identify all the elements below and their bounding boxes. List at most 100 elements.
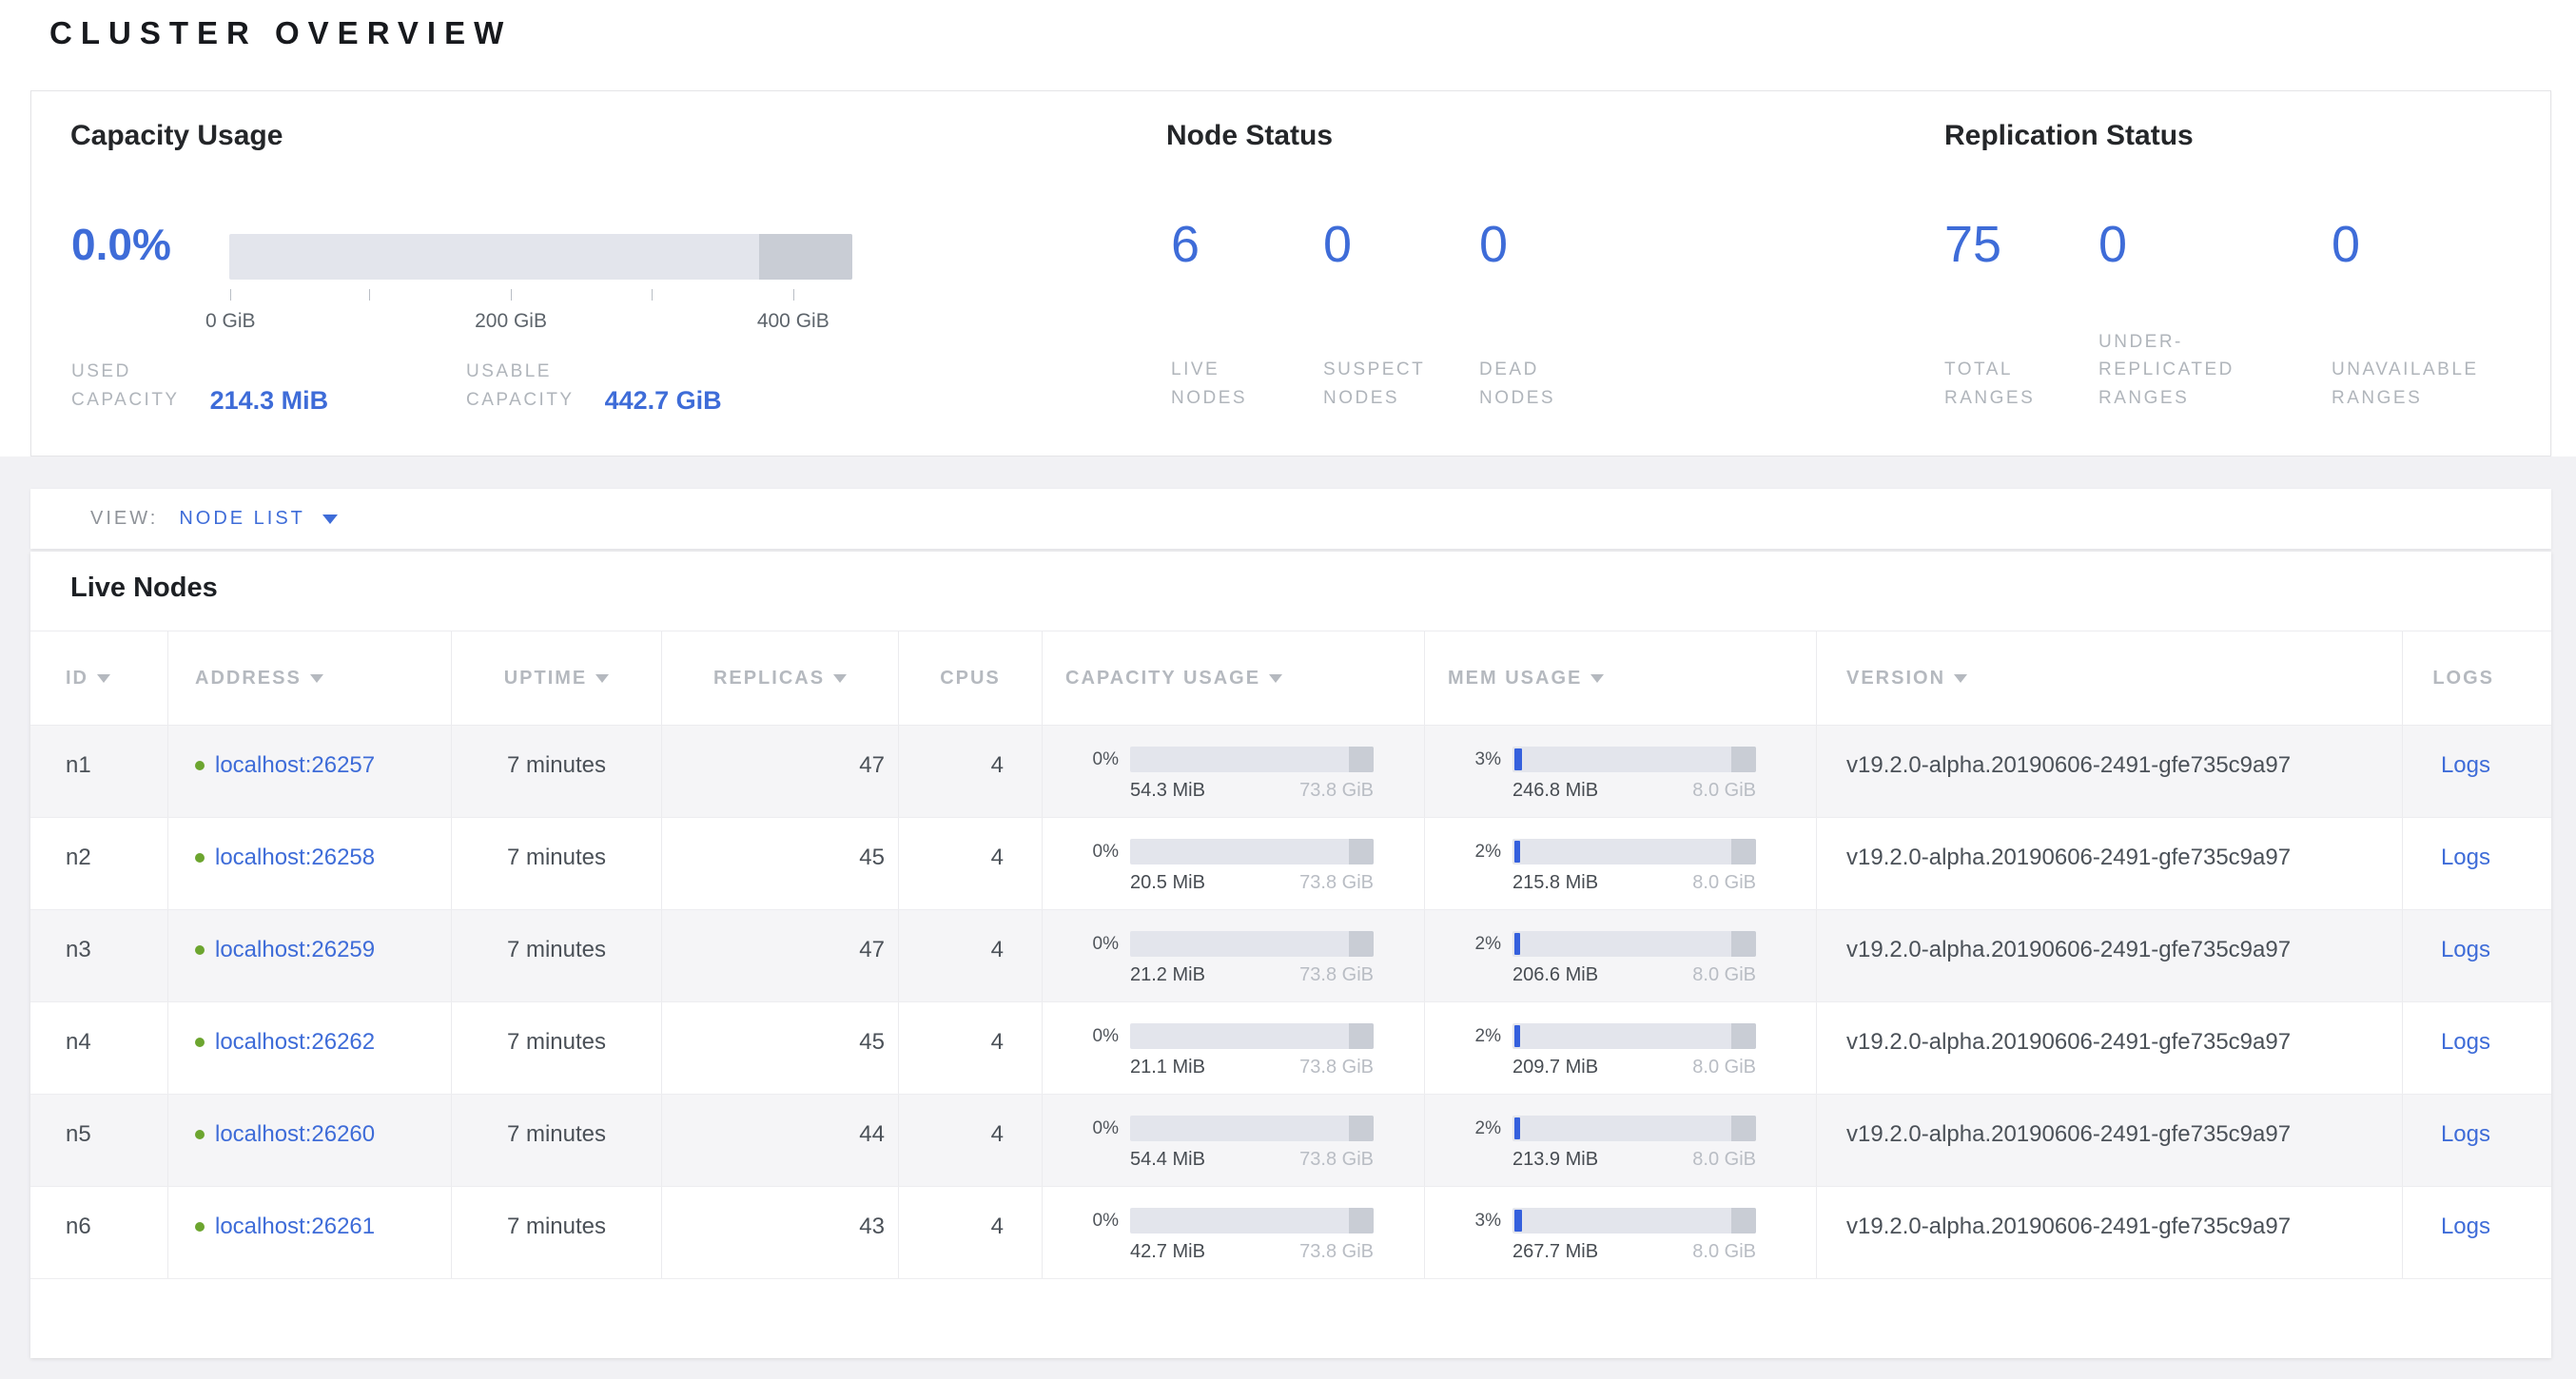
node-address-link[interactable]: localhost:26262 [215, 1029, 375, 1055]
capacity-bar [1130, 839, 1374, 864]
logs-link[interactable]: Logs [2441, 845, 2490, 870]
capacity-bar [1130, 931, 1374, 957]
node-capacity-usage-cell: 0% 54.4 MiB 73.8 GiB [1043, 1095, 1425, 1186]
memory-bar-reserved-segment [1731, 1208, 1756, 1233]
live-nodes-card: Live Nodes ID ADDRESS UPTIME REPLICAS [30, 552, 2551, 1358]
logs-link[interactable]: Logs [2441, 937, 2490, 962]
logs-link[interactable]: Logs [2441, 1029, 2490, 1055]
used-capacity-value: 214.3 MiB [210, 386, 329, 416]
table-row: n5 localhost:26260 7 minutes 44 4 0% 54.… [30, 1095, 2551, 1187]
column-header-replicas[interactable]: REPLICAS [662, 631, 899, 725]
logs-link[interactable]: Logs [2441, 1214, 2490, 1239]
capacity-total-value: 73.8 GiB [1299, 1241, 1374, 1263]
column-header-capacity-usage[interactable]: CAPACITY USAGE [1043, 631, 1425, 725]
memory-bar-reserved-segment [1731, 839, 1756, 864]
memory-bar-reserved-segment [1731, 931, 1756, 957]
node-mem-usage-cell: 3% 246.8 MiB 8.0 GiB [1425, 726, 1817, 817]
live-nodes-title: Live Nodes [70, 573, 218, 604]
node-address-link[interactable]: localhost:26257 [215, 752, 375, 778]
node-logs-cell: Logs [2403, 818, 2551, 909]
capacity-percent: 0% [1065, 842, 1119, 863]
node-cpus-cell: 4 [899, 726, 1043, 817]
column-header-id[interactable]: ID [30, 631, 168, 725]
memory-bar [1512, 1208, 1756, 1233]
capacity-total-value: 73.8 GiB [1299, 872, 1374, 894]
node-capacity-usage-cell: 0% 21.1 MiB 73.8 GiB [1043, 1002, 1425, 1094]
node-status-heading: Node Status [1166, 120, 1333, 152]
memory-total-value: 8.0 GiB [1692, 1149, 1756, 1171]
capacity-usage-heading: Capacity Usage [70, 120, 283, 152]
used-capacity-label: USED CAPACITY [71, 358, 180, 414]
capacity-bar-reserved-segment [1349, 1023, 1374, 1049]
memory-percent: 2% [1448, 842, 1501, 863]
page-title: CLUSTER OVERVIEW [49, 15, 512, 51]
node-address-cell: localhost:26261 [168, 1187, 452, 1278]
capacity-total-value: 73.8 GiB [1299, 1057, 1374, 1078]
memory-bar-fill [1514, 933, 1520, 955]
node-cpus-cell: 4 [899, 818, 1043, 909]
live-nodes-count: 6 [1171, 215, 1200, 274]
capacity-percent: 0% [1065, 749, 1119, 770]
capacity-bar [1130, 747, 1374, 772]
view-mode-dropdown[interactable]: NODE LIST [179, 508, 338, 530]
memory-percent: 3% [1448, 1211, 1501, 1232]
axis-tick-label: 400 GiB [757, 310, 829, 333]
unavailable-ranges-label: UNAVAILABLE RANGES [2332, 356, 2479, 412]
memory-bar-reserved-segment [1731, 747, 1756, 772]
memory-used-value: 215.8 MiB [1512, 872, 1598, 894]
memory-bar-fill [1514, 1117, 1520, 1139]
memory-percent: 2% [1448, 1026, 1501, 1047]
node-mem-usage-cell: 2% 213.9 MiB 8.0 GiB [1425, 1095, 1817, 1186]
node-uptime-cell: 7 minutes [452, 1187, 662, 1278]
logs-link[interactable]: Logs [2441, 752, 2490, 778]
node-mem-usage-cell: 2% 209.7 MiB 8.0 GiB [1425, 1002, 1817, 1094]
capacity-percent: 0% [1065, 1026, 1119, 1047]
node-logs-cell: Logs [2403, 1095, 2551, 1186]
memory-bar-fill [1514, 1210, 1522, 1232]
node-mem-usage-cell: 3% 267.7 MiB 8.0 GiB [1425, 1187, 1817, 1278]
node-replicas-cell: 47 [662, 726, 899, 817]
unavailable-ranges-count: 0 [2332, 215, 2360, 274]
usable-capacity-stat: USABLE CAPACITY 442.7 GiB [466, 358, 722, 414]
node-version-cell: v19.2.0-alpha.20190606-2491-gfe735c9a97 [1817, 818, 2403, 909]
memory-used-value: 267.7 MiB [1512, 1241, 1598, 1263]
node-id-cell: n1 [30, 726, 168, 817]
memory-percent: 3% [1448, 749, 1501, 770]
column-header-address[interactable]: ADDRESS [168, 631, 452, 725]
node-uptime-cell: 7 minutes [452, 1002, 662, 1094]
column-header-uptime[interactable]: UPTIME [452, 631, 662, 725]
live-nodes-label: LIVE NODES [1171, 356, 1247, 412]
memory-bar [1512, 1116, 1756, 1141]
node-address-link[interactable]: localhost:26260 [215, 1121, 375, 1147]
axis-tick [230, 289, 231, 301]
node-capacity-usage-cell: 0% 42.7 MiB 73.8 GiB [1043, 1187, 1425, 1278]
node-version-cell: v19.2.0-alpha.20190606-2491-gfe735c9a97 [1817, 726, 2403, 817]
node-id-cell: n3 [30, 910, 168, 1001]
node-address-link[interactable]: localhost:26261 [215, 1214, 375, 1239]
used-capacity-stat: USED CAPACITY 214.3 MiB [71, 358, 328, 414]
capacity-usage-bar-track [229, 234, 852, 280]
memory-bar-reserved-segment [1731, 1023, 1756, 1049]
node-capacity-usage-cell: 0% 20.5 MiB 73.8 GiB [1043, 818, 1425, 909]
column-header-mem-usage[interactable]: MEM USAGE [1425, 631, 1817, 725]
node-address-link[interactable]: localhost:26259 [215, 937, 375, 962]
node-address-link[interactable]: localhost:26258 [215, 845, 375, 870]
node-logs-cell: Logs [2403, 910, 2551, 1001]
total-ranges-label: TOTAL RANGES [1944, 356, 2035, 412]
logs-link[interactable]: Logs [2441, 1121, 2490, 1147]
node-uptime-cell: 7 minutes [452, 818, 662, 909]
axis-tick [369, 289, 370, 301]
memory-total-value: 8.0 GiB [1692, 872, 1756, 894]
table-row: n1 localhost:26257 7 minutes 47 4 0% 54.… [30, 726, 2551, 818]
sort-caret-icon [595, 674, 609, 683]
view-bar: VIEW: NODE LIST [30, 489, 2551, 549]
node-live-status-icon [195, 1130, 205, 1139]
capacity-used-value: 54.3 MiB [1130, 780, 1205, 802]
column-header-version[interactable]: VERSION [1817, 631, 2403, 725]
node-live-status-icon [195, 761, 205, 770]
axis-tick [652, 289, 653, 301]
node-address-cell: localhost:26257 [168, 726, 452, 817]
node-address-cell: localhost:26258 [168, 818, 452, 909]
node-logs-cell: Logs [2403, 1187, 2551, 1278]
usable-capacity-label: USABLE CAPACITY [466, 358, 575, 414]
